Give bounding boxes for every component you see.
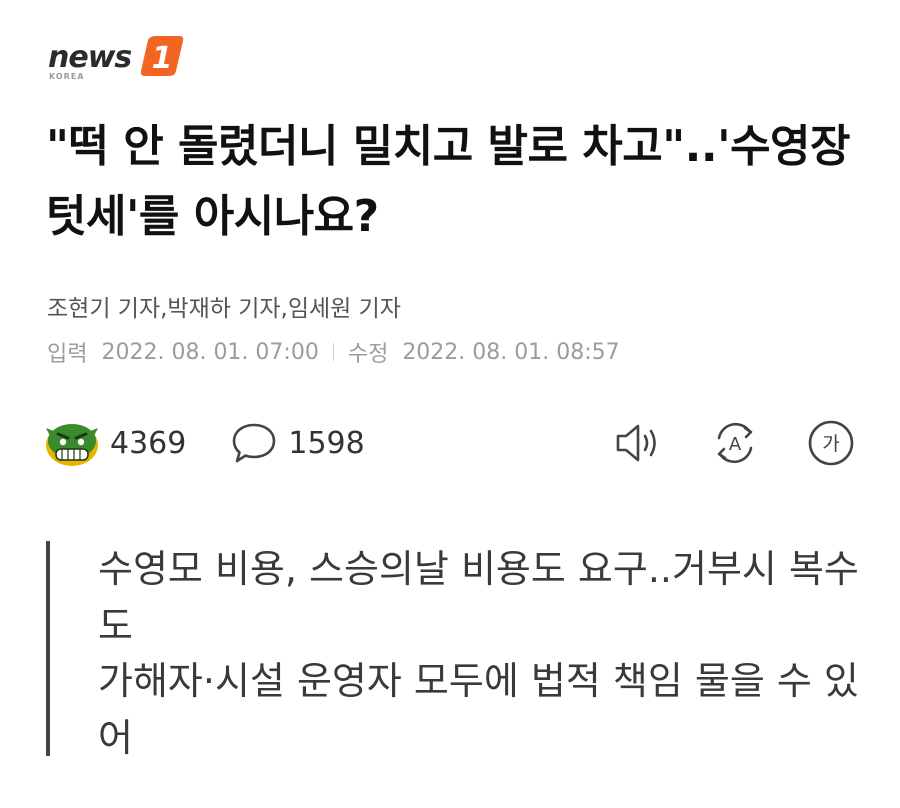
logo-subtitle: KOREA — [49, 72, 85, 81]
modified-date: 2022. 08. 01. 08:57 — [402, 339, 620, 365]
article-stats: 4369 1598 — [44, 418, 365, 468]
article-tools: A 가 — [568, 418, 856, 468]
reaction-count-value: 4369 — [110, 425, 187, 461]
logo-badge-icon: 1 — [140, 36, 184, 76]
article-headline: "떡 안 돌렸더니 밀치고 발로 차고"..'수영장 텃세'를 아시나요? — [46, 121, 851, 242]
listen-button[interactable] — [614, 418, 664, 468]
speaker-icon — [616, 424, 656, 462]
news1-logo[interactable]: news 1 KOREA — [48, 36, 188, 84]
article-reporters: 조현기 기자,박재하 기자,임세원 기자 — [47, 296, 401, 322]
angry-face-icon — [46, 424, 98, 466]
published-label: 입력 — [47, 342, 88, 367]
summary-line: 수영모 비용, 스승의날 비용도 요구..거부시 복수도 — [98, 547, 859, 648]
reaction-count[interactable]: 4369 — [44, 418, 186, 468]
comment-count[interactable]: 1598 — [230, 419, 365, 467]
font-size-icon: 가 — [808, 420, 854, 466]
published-date: 2022. 08. 01. 07:00 — [101, 339, 319, 365]
date-divider — [332, 343, 334, 361]
article-summary: 수영모 비용, 스승의날 비용도 요구..거부시 복수도 가해자·시설 운영자 … — [46, 541, 862, 760]
logo-wordmark: news — [48, 40, 132, 75]
summary-line: 가해자·시설 운영자 모두에 법적 책임 물을 수 있어 — [98, 659, 859, 760]
font-size-glyph: 가 — [822, 433, 839, 455]
modified-label: 수정 — [347, 342, 389, 367]
translate-icon: A — [717, 422, 753, 464]
speech-bubble-icon — [233, 423, 276, 463]
logo-badge-text: 1 — [152, 41, 173, 76]
article-dates: 입력 2022. 08. 01. 07:00 수정 2022. 08. 01. … — [47, 336, 620, 368]
font-size-button[interactable]: 가 — [806, 418, 856, 468]
translate-button[interactable]: A — [710, 418, 760, 468]
translate-glyph: A — [729, 434, 742, 455]
comment-count-value: 1598 — [288, 425, 365, 461]
